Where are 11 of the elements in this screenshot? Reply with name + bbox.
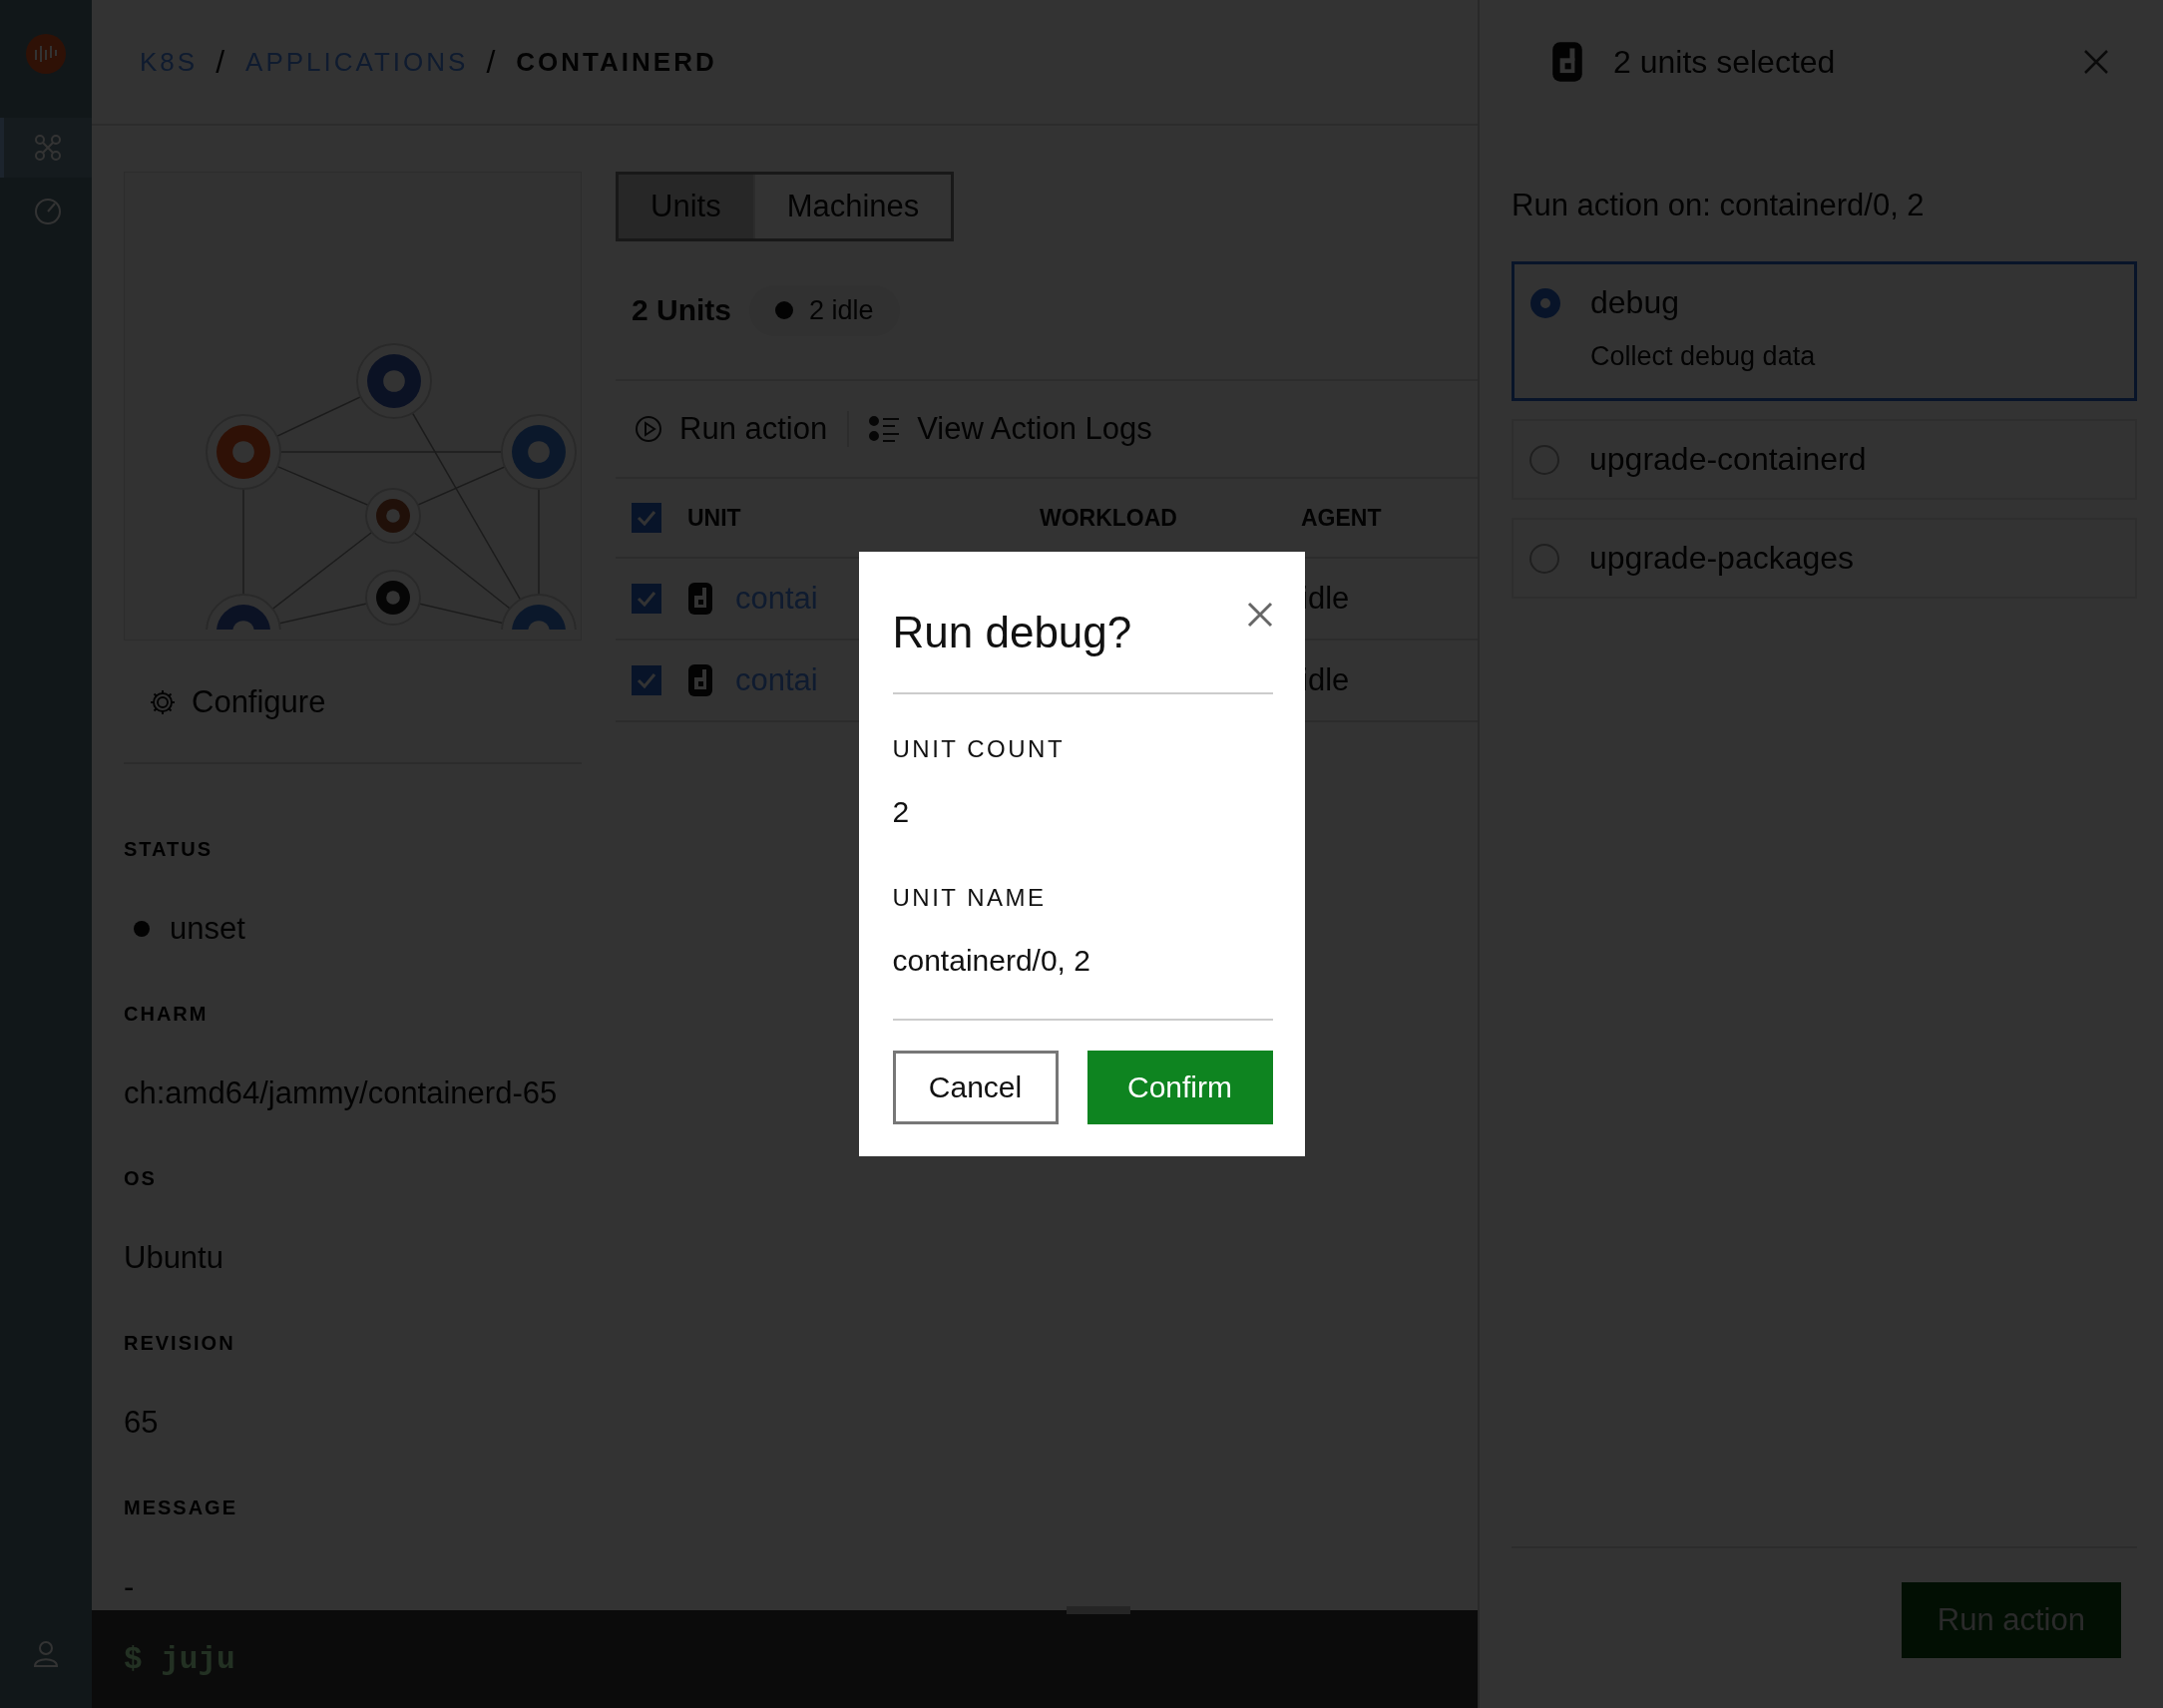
dialog-value: 2: [892, 795, 911, 829]
dialog-title: Run debug?: [892, 608, 1132, 657]
breadcrumb-separator: /: [216, 43, 228, 81]
dialog-label: UNIT COUNT: [892, 735, 1067, 763]
confirm-button[interactable]: Confirm: [1086, 1051, 1273, 1124]
close-icon[interactable]: [1246, 602, 1273, 628]
cancel-button[interactable]: Cancel: [892, 1051, 1059, 1124]
field-value: -: [124, 1569, 136, 1605]
dialog-value: containerd/0, 2: [892, 944, 1091, 978]
breadcrumb-separator: /: [486, 43, 499, 81]
dialog-label: UNIT NAME: [892, 884, 1048, 912]
